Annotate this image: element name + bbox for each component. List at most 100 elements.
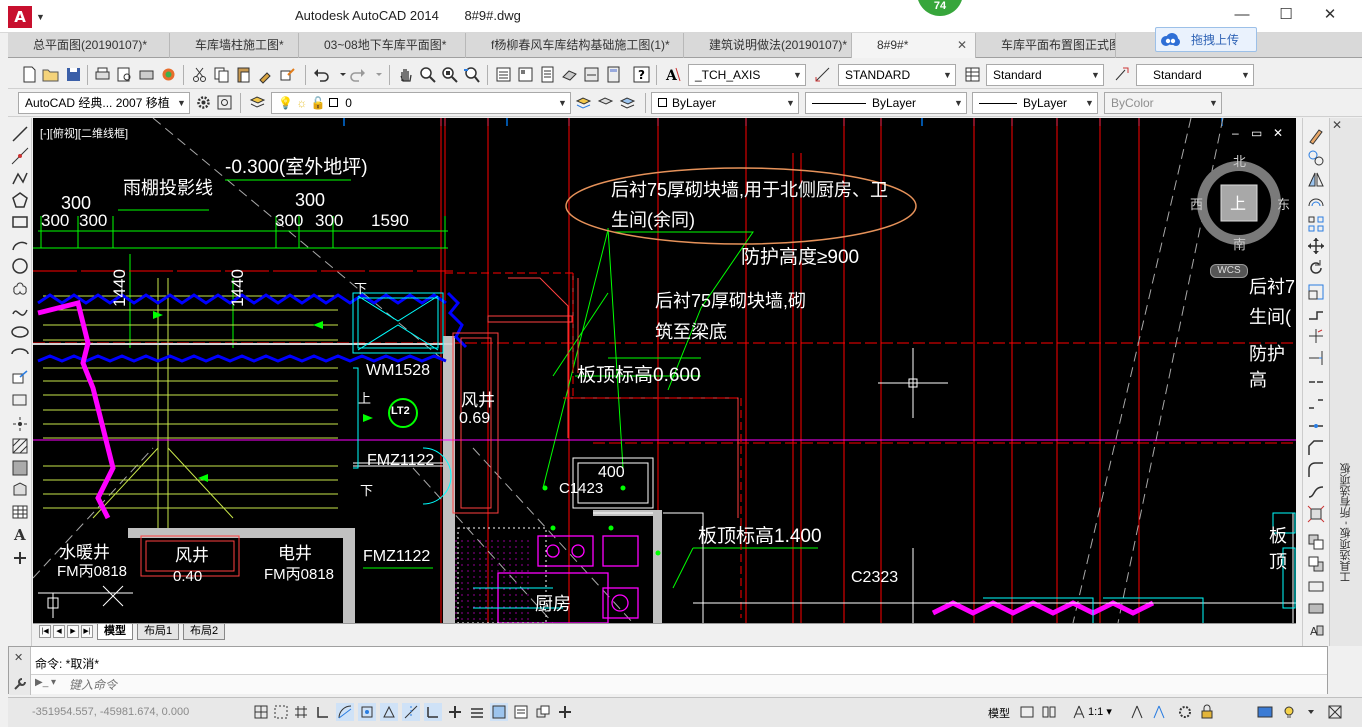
explode-icon[interactable] <box>1306 504 1326 524</box>
extend-icon[interactable] <box>1306 348 1326 368</box>
tab-cheku-qiangzhu[interactable]: 车库墙柱施工图* <box>170 33 299 58</box>
viewcube-north[interactable]: 北 <box>1233 151 1246 170</box>
array-icon[interactable] <box>1306 214 1326 234</box>
tab-dixia-cheku[interactable]: 03~08地下车库平面图* <box>299 33 466 58</box>
dynamic-ucs-icon[interactable] <box>424 703 442 721</box>
previous-layout-icon[interactable]: ◀ <box>53 625 65 638</box>
cut-icon[interactable] <box>190 65 209 84</box>
design-center-icon[interactable] <box>516 65 535 84</box>
annotation-scale-icon[interactable] <box>1070 703 1088 721</box>
markup-icon[interactable] <box>582 65 601 84</box>
polygon-icon[interactable] <box>10 190 30 210</box>
quick-properties-icon[interactable] <box>512 703 530 721</box>
draworder-below-icon[interactable] <box>1306 598 1326 618</box>
redo-icon[interactable] <box>348 65 367 84</box>
tab-close-icon[interactable]: ✕ <box>957 33 967 58</box>
command-line[interactable]: ▶_ ▾ <box>31 674 1327 694</box>
tab-layout1[interactable]: 布局1 <box>137 624 180 640</box>
command-input[interactable] <box>69 676 669 693</box>
tool-palette[interactable]: ✕ 工具选项板 - 所有选项板 <box>1329 118 1362 646</box>
close-button[interactable]: ✕ <box>1316 4 1344 26</box>
break-at-point-icon[interactable] <box>1306 372 1326 392</box>
help-icon[interactable]: ? <box>632 65 651 84</box>
grid-display-icon[interactable] <box>292 703 310 721</box>
snap-mode-icon[interactable] <box>272 703 290 721</box>
tab-zongpingmian[interactable]: 总平面图(20190107)* <box>8 33 170 58</box>
multiline-text-icon[interactable]: A <box>10 524 30 544</box>
lineweight-icon[interactable] <box>468 703 486 721</box>
undo-icon[interactable] <box>312 65 331 84</box>
wrench-icon[interactable] <box>13 677 27 691</box>
draworder-back-icon[interactable] <box>1306 554 1326 574</box>
3d-dwf-icon[interactable] <box>159 65 178 84</box>
join-icon[interactable] <box>1306 416 1326 436</box>
make-block-icon[interactable] <box>10 390 30 410</box>
notification-badge[interactable]: 74 <box>917 0 963 16</box>
viewcube-west[interactable]: 西 <box>1190 194 1203 213</box>
fillet-icon[interactable] <box>1306 460 1326 480</box>
rectangle-icon[interactable] <box>10 212 30 232</box>
workspace-select[interactable]: AutoCAD 经典... 2007 移植 ▼ <box>18 92 190 114</box>
toolbar-lock-icon[interactable] <box>1198 703 1216 721</box>
polyline-icon[interactable] <box>10 168 30 188</box>
table-style-icon[interactable] <box>963 65 982 84</box>
draworder-front-icon[interactable] <box>1306 532 1326 552</box>
close-icon[interactable]: ✕ <box>14 651 23 664</box>
layer-properties-icon[interactable] <box>248 93 267 112</box>
auto-scale-icon[interactable] <box>1150 703 1168 721</box>
trim-icon[interactable] <box>1306 326 1326 346</box>
gear-icon[interactable] <box>194 93 213 112</box>
plot-preview-icon[interactable] <box>115 65 134 84</box>
drag-upload-button[interactable]: 拖拽上传 <box>1155 27 1257 52</box>
viewcube-top-face[interactable]: 上 <box>1230 190 1246 214</box>
linetype-select[interactable]: ByLayer ▼ <box>805 92 967 114</box>
publish-icon[interactable] <box>137 65 156 84</box>
minimize-button[interactable]: — <box>1228 4 1256 26</box>
open-folder-icon[interactable] <box>41 65 60 84</box>
viewcube-south[interactable]: 南 <box>1233 234 1246 253</box>
hatch-icon[interactable] <box>10 436 30 456</box>
ellipse-arc-icon[interactable] <box>10 344 30 364</box>
first-layout-icon[interactable]: |◀ <box>39 625 51 638</box>
zoom-realtime-icon[interactable] <box>418 65 437 84</box>
next-layout-icon[interactable]: ▶ <box>67 625 79 638</box>
object-snap-tracking-icon[interactable] <box>402 703 420 721</box>
workspace-switching-icon[interactable] <box>1176 703 1194 721</box>
tab-layout2[interactable]: 布局2 <box>183 624 226 640</box>
layer-state-icon[interactable] <box>618 93 637 112</box>
break-icon[interactable] <box>1306 394 1326 414</box>
plot-icon[interactable] <box>93 65 112 84</box>
sheet-set-icon[interactable] <box>560 65 579 84</box>
table-style-select[interactable]: Standard ▼ <box>986 64 1104 86</box>
save-icon[interactable] <box>64 65 83 84</box>
viewport-restore-button[interactable]: ▭ <box>1251 126 1262 140</box>
isolate-objects-icon[interactable] <box>1280 703 1298 721</box>
viewport-close-button[interactable]: ✕ <box>1273 126 1283 140</box>
ellipse-icon[interactable] <box>10 322 30 342</box>
selection-cycling-icon[interactable] <box>534 703 552 721</box>
application-menu-button[interactable]: A ▼ <box>8 6 48 28</box>
scale-icon[interactable] <box>1306 282 1326 302</box>
layer-isolate-icon[interactable] <box>596 93 615 112</box>
status-menu-icon[interactable] <box>1302 703 1320 721</box>
drawing-canvas[interactable]: [-][俯视][二维线框] – ▭ ✕ 雨棚投影线 -0.300(室外地坪) 3… <box>33 118 1296 623</box>
polar-tracking-icon[interactable] <box>336 703 354 721</box>
text-style-icon[interactable]: A <box>663 65 682 84</box>
annotation-scale-value[interactable]: 1:1 ▾ <box>1088 705 1112 718</box>
construction-line-icon[interactable] <box>10 146 30 166</box>
draworder-text-icon[interactable]: A <box>1306 620 1326 640</box>
region-icon[interactable] <box>10 480 30 500</box>
offset-icon[interactable] <box>1306 192 1326 212</box>
hardware-acceleration-icon[interactable] <box>1256 703 1274 721</box>
blend-icon[interactable] <box>1306 482 1326 502</box>
quick-view-drawings-icon[interactable] <box>1040 703 1058 721</box>
circle-icon[interactable] <box>10 256 30 276</box>
block-editor-icon[interactable] <box>278 65 297 84</box>
model-space-toggle[interactable]: 模型 <box>988 705 1010 721</box>
command-grip[interactable]: ✕ <box>9 647 31 695</box>
add-selected-icon[interactable] <box>10 548 30 568</box>
point-icon[interactable] <box>10 414 30 434</box>
command-prompt-icon[interactable]: ▶_ ▾ <box>35 677 63 692</box>
paste-icon[interactable] <box>234 65 253 84</box>
rotate-icon[interactable] <box>1306 258 1326 278</box>
